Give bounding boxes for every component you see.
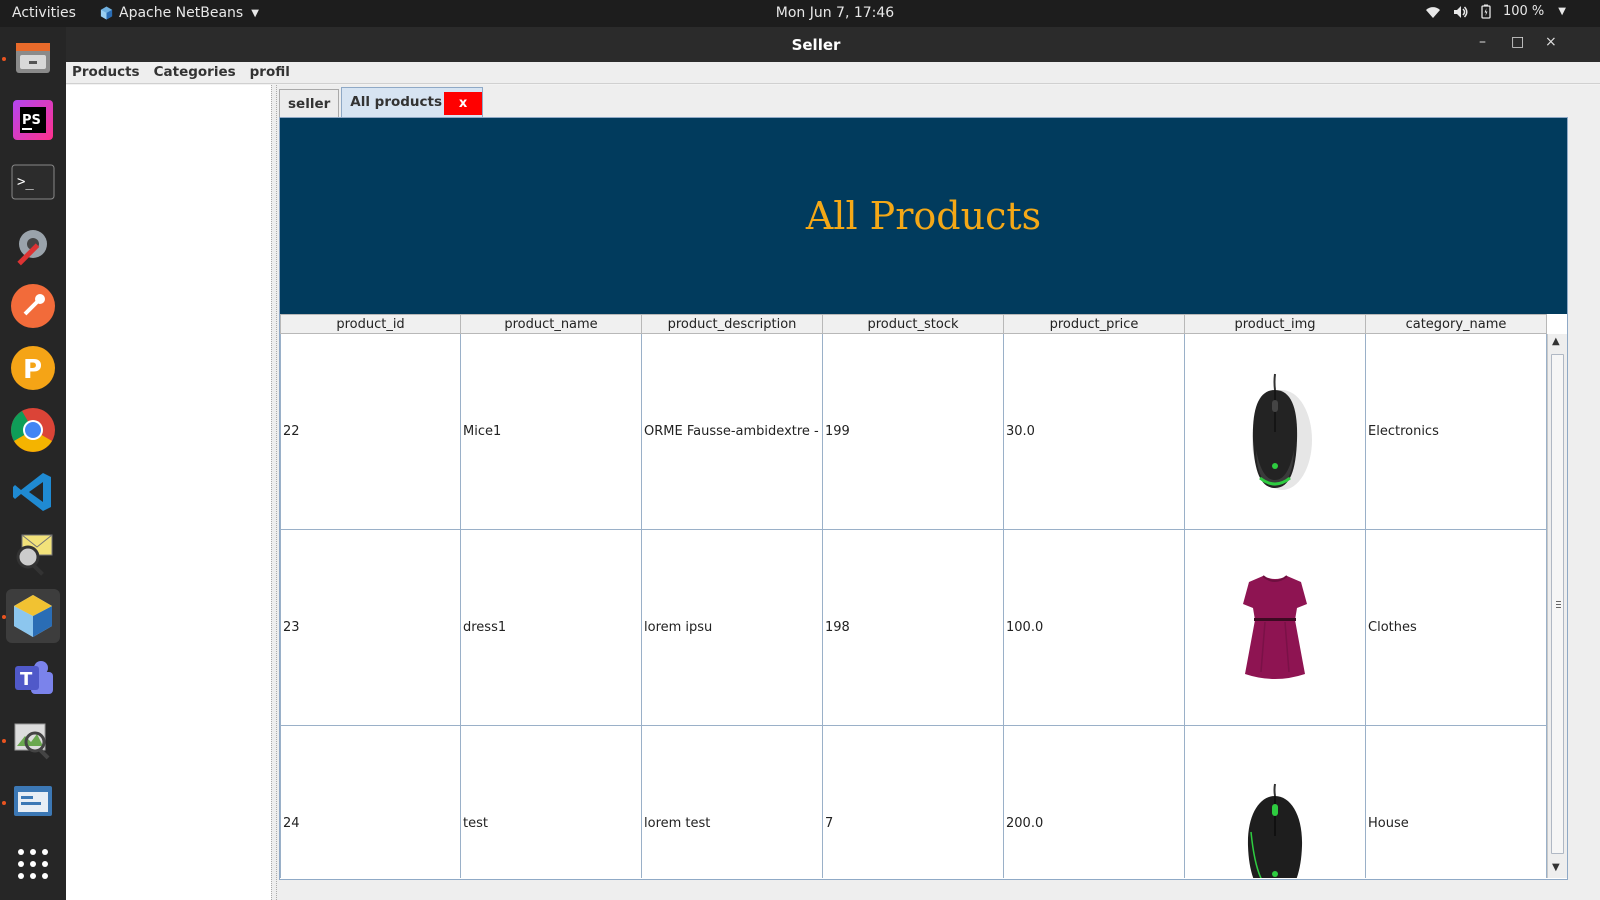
cell-product-price[interactable]: 100.0 xyxy=(1004,530,1185,726)
column-header-product-name[interactable]: product_name xyxy=(461,314,642,334)
netbeans-icon[interactable] xyxy=(6,589,60,643)
table-row[interactable]: 24 test lorem test 7 200.0 House xyxy=(280,726,1547,878)
window-title: Seller xyxy=(791,36,841,54)
vertical-scrollbar[interactable]: ▲ ▼ xyxy=(1547,334,1567,878)
menu-products[interactable]: Products xyxy=(70,62,146,83)
cell-product-img[interactable] xyxy=(1185,726,1366,878)
terminal-icon[interactable]: >_ xyxy=(6,155,60,209)
clock[interactable]: Mon Jun 7, 17:46 xyxy=(0,5,1600,21)
cell-product-price[interactable]: 30.0 xyxy=(1004,334,1185,530)
page-header: All Products xyxy=(280,118,1567,314)
cell-category-name[interactable]: Electronics xyxy=(1366,334,1547,530)
cell-product-stock[interactable]: 199 xyxy=(823,334,1004,530)
tab-all-products-label: All products xyxy=(350,94,443,110)
cell-product-description[interactable]: lorem ipsu xyxy=(642,530,823,726)
top-bar: Activities Apache NetBeans ▼ Mon Jun 7, … xyxy=(0,0,1600,27)
settings-tools-icon[interactable] xyxy=(6,217,60,271)
svg-text:PS: PS xyxy=(22,113,41,128)
cell-product-description[interactable]: lorem test xyxy=(642,726,823,878)
mouse-product-image xyxy=(1252,373,1312,490)
all-products-panel: All Products product_id product_name pro… xyxy=(279,117,1568,880)
cell-product-name[interactable]: Mice1 xyxy=(461,334,642,530)
mail-search-icon[interactable] xyxy=(6,527,60,581)
chrome-icon[interactable] xyxy=(6,403,60,457)
vscode-icon[interactable] xyxy=(6,465,60,519)
maximize-button[interactable]: □ xyxy=(1511,34,1524,50)
content-area: seller All products x All Products produ… xyxy=(277,85,1600,900)
cell-product-img[interactable] xyxy=(1185,334,1366,530)
menu-categories[interactable]: Categories xyxy=(152,62,242,83)
scroll-up-arrow-icon[interactable]: ▲ xyxy=(1552,336,1560,347)
cell-product-price[interactable]: 200.0 xyxy=(1004,726,1185,878)
battery-icon xyxy=(1481,4,1491,19)
chevron-down-icon: ▼ xyxy=(1558,6,1566,17)
cell-product-name[interactable]: dress1 xyxy=(461,530,642,726)
cell-product-id[interactable]: 23 xyxy=(280,530,461,726)
volume-icon xyxy=(1453,5,1468,18)
tab-all-products[interactable]: All products x xyxy=(341,87,484,117)
column-header-product-id[interactable]: product_id xyxy=(280,314,461,334)
menu-profil[interactable]: profil xyxy=(248,62,296,83)
page-title: All Products xyxy=(805,194,1042,238)
cell-category-name[interactable]: Clothes xyxy=(1366,530,1547,726)
products-table: product_id product_name product_descript… xyxy=(280,314,1567,878)
scrollbar-thumb[interactable] xyxy=(1551,354,1564,854)
tab-seller[interactable]: seller xyxy=(279,89,340,117)
cell-category-name[interactable]: House xyxy=(1366,726,1547,878)
cell-product-stock[interactable]: 198 xyxy=(823,530,1004,726)
tab-close-button[interactable]: x xyxy=(444,92,483,115)
dock: PS >_ P T xyxy=(0,27,66,900)
files-icon[interactable] xyxy=(6,31,60,85)
table-row[interactable]: 22 Mice1 ORME Fausse-ambidextre - ... 19… xyxy=(280,334,1547,530)
column-header-product-price[interactable]: product_price xyxy=(1004,314,1185,334)
column-header-product-img[interactable]: product_img xyxy=(1185,314,1366,334)
cell-product-id[interactable]: 24 xyxy=(280,726,461,878)
table-body: 22 Mice1 ORME Fausse-ambidextre - ... 19… xyxy=(280,334,1547,878)
menu-bar: Products Categories profil xyxy=(66,62,1600,84)
tab-bar: seller All products x xyxy=(279,87,485,117)
scroll-down-arrow-icon[interactable]: ▼ xyxy=(1552,862,1560,873)
svg-text:>_: >_ xyxy=(17,174,34,190)
cell-product-stock[interactable]: 7 xyxy=(823,726,1004,878)
pencil-app-icon[interactable]: P xyxy=(6,341,60,395)
battery-percentage: 100 % xyxy=(1502,4,1545,19)
wifi-icon xyxy=(1425,6,1440,18)
show-apps-icon[interactable] xyxy=(6,837,60,891)
phpstorm-icon[interactable]: PS xyxy=(6,93,60,147)
cell-product-description[interactable]: ORME Fausse-ambidextre - ... xyxy=(642,334,823,530)
svg-text:T: T xyxy=(20,669,33,690)
cell-product-img[interactable] xyxy=(1185,530,1366,726)
teams-icon[interactable]: T xyxy=(6,651,60,705)
left-panel xyxy=(66,85,271,900)
column-header-product-description[interactable]: product_description xyxy=(642,314,823,334)
cell-product-name[interactable]: test xyxy=(461,726,642,878)
postman-icon[interactable] xyxy=(6,279,60,333)
mouse-product-image xyxy=(1247,783,1303,878)
column-header-product-stock[interactable]: product_stock xyxy=(823,314,1004,334)
column-header-category-name[interactable]: category_name xyxy=(1366,314,1547,334)
dress-product-image xyxy=(1243,574,1307,679)
close-window-button[interactable]: × xyxy=(1545,34,1557,50)
cell-product-id[interactable]: 22 xyxy=(280,334,461,530)
table-row[interactable]: 23 dress1 lorem ipsu 198 100.0 Clothes xyxy=(280,530,1547,726)
system-tray[interactable]: 100 % ▼ xyxy=(1425,4,1566,19)
image-viewer-icon[interactable] xyxy=(6,713,60,767)
table-header: product_id product_name product_descript… xyxy=(280,314,1547,334)
window-titlebar[interactable]: Seller – □ × xyxy=(66,27,1600,62)
svg-text:P: P xyxy=(23,355,42,385)
screenshot-icon[interactable] xyxy=(6,775,60,829)
minimize-button[interactable]: – xyxy=(1479,34,1486,50)
